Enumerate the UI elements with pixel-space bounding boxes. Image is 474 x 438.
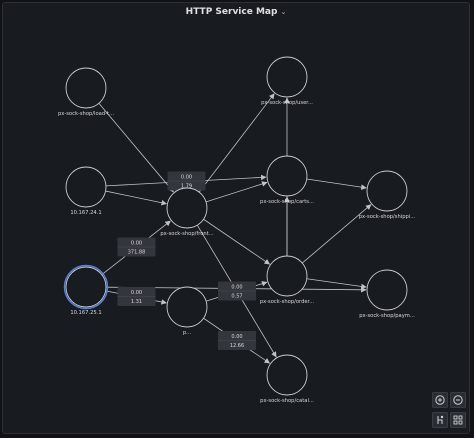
edge-error-rate: 0.00 [231, 334, 242, 340]
zoom-out-icon [453, 395, 463, 405]
node-label: 10.167.24.1 [70, 210, 101, 216]
grid-view-button[interactable] [450, 412, 466, 428]
edge-label-hidden-catalogue: 0.00 12.66 [218, 331, 256, 350]
edge-error-rate: 0.00 [131, 290, 142, 296]
node-loadgen[interactable]: px-sock-shop/load-t... [58, 67, 114, 117]
node-label: px-sock-shop/shippi... [359, 214, 416, 220]
edge-label-ip25-front: 0.00 371.88 [117, 237, 156, 257]
node-shipping[interactable]: px-sock-shop/shippi... [359, 170, 416, 220]
node-label: p... [183, 330, 192, 336]
edge-orders-payment[interactable] [306, 278, 367, 290]
node-circle[interactable] [366, 170, 408, 212]
hierarchy-icon [437, 415, 444, 424]
node-ip25[interactable]: 10.167.25.1 [63, 264, 109, 317]
node-label: px-sock-shop/front... [160, 231, 214, 237]
edge-error-rate: 0.00 [131, 241, 142, 247]
node-label: px-sock-shop/carts... [260, 199, 314, 205]
node-hidden[interactable]: p... [166, 286, 208, 336]
layout-button[interactable] [432, 412, 448, 428]
node-circle[interactable] [65, 67, 107, 109]
node-circle[interactable] [366, 269, 408, 311]
edge-layer [98, 93, 372, 364]
node-label: 10.167.25.1 [70, 310, 101, 316]
edge-latency: 1.31 [131, 299, 142, 305]
node-circle[interactable] [266, 255, 308, 297]
edge-label-ip25-hidden: 0.00 1.31 [117, 287, 156, 306]
node-circle[interactable] [166, 187, 208, 229]
edge-carts-shipping[interactable] [306, 178, 367, 190]
node-label: px-sock-shop/user... [261, 100, 313, 106]
edge-latency: 12.66 [230, 343, 244, 349]
node-label: px-sock-shop/load-t... [58, 111, 114, 117]
node-circle[interactable] [166, 286, 208, 328]
edge-label-hidden-orders: 0.00 0.57 [218, 281, 256, 301]
node-circle[interactable] [65, 166, 107, 208]
node-circle[interactable] [266, 56, 308, 98]
edge-front-carts[interactable] [205, 181, 268, 203]
zoom-in-icon [435, 395, 445, 405]
edge-ip24-front[interactable] [105, 190, 167, 206]
service-map-graph[interactable]: 0.001.790.00371.880.001.310.000.570.0012… [0, 0, 474, 438]
node-label: px-sock-shop/catal... [260, 398, 314, 404]
edge-latency: 371.88 [128, 250, 146, 256]
edge-latency: 0.57 [231, 294, 242, 300]
zoom-out-button[interactable] [450, 392, 466, 408]
node-payment[interactable]: px-sock-shop/paym... [359, 269, 415, 319]
node-layer: px-sock-shop/load-t... 10.167.24.1 10.167.… [58, 56, 416, 404]
node-circle[interactable] [65, 266, 107, 308]
edge-error-rate: 0.00 [231, 285, 242, 291]
grid-icon [453, 415, 463, 425]
node-ip24[interactable]: 10.167.24.1 [65, 166, 107, 216]
node-front[interactable]: px-sock-shop/front... [160, 187, 214, 237]
edge-error-rate: 0.00 [181, 175, 192, 181]
node-label: px-sock-shop/paym... [359, 313, 415, 319]
node-circle[interactable] [266, 354, 308, 396]
node-circle[interactable] [266, 155, 308, 197]
node-label: px-sock-shop/order... [260, 299, 315, 305]
edge-front-orders[interactable] [203, 218, 271, 265]
zoom-in-button[interactable] [432, 392, 448, 408]
